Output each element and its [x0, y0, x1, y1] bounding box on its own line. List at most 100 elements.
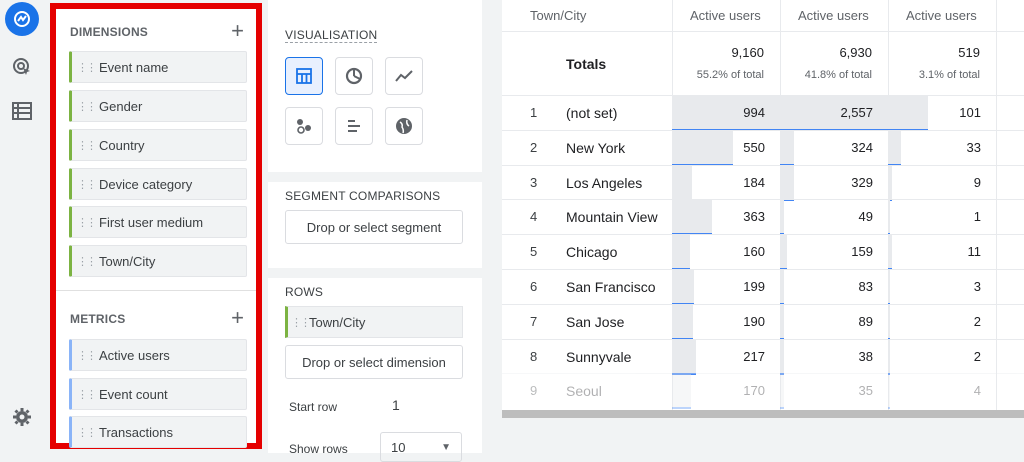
table-row[interactable]: 6 San Francisco 199 83 3: [502, 269, 1024, 305]
table-row[interactable]: 3 Los Angeles 184 329 9: [502, 164, 1024, 201]
section-gap: [268, 172, 482, 182]
row-number: 8: [530, 348, 538, 364]
value-bar: [672, 374, 691, 409]
add-metric-plus-icon[interactable]: +: [231, 307, 244, 329]
drag-handle-icon[interactable]: ⋮⋮: [76, 100, 97, 113]
value-bar: [780, 235, 787, 270]
metric-cell: 4: [888, 374, 996, 410]
add-dimension-plus-icon[interactable]: +: [231, 20, 244, 42]
table-row[interactable]: 8 Sunnyvale 217 38 2: [502, 338, 1024, 375]
table-row[interactable]: 9 Seoul 170 35 4: [502, 373, 1024, 410]
line-chart-icon[interactable]: [385, 57, 423, 95]
drag-handle-icon[interactable]: ⋮⋮: [76, 388, 97, 401]
visualisation-heading: VISUALISATION: [285, 28, 378, 43]
metric-cell: 550: [672, 130, 780, 166]
metric-cell: 160: [672, 235, 780, 271]
geo-map-icon[interactable]: [385, 107, 423, 145]
metric-cell: 329: [780, 165, 888, 201]
explore-icon[interactable]: [11, 56, 33, 78]
settings-gear-icon[interactable]: [11, 406, 33, 428]
total-value: 9,160: [731, 45, 764, 60]
metric-value: 9: [973, 174, 981, 190]
section-divider: [56, 290, 256, 291]
table-row[interactable]: 2 New York 550 324 33: [502, 129, 1024, 166]
metric-chip-transactions[interactable]: ⋮⋮ Transactions: [69, 416, 247, 448]
column-header-active-users[interactable]: Active users: [690, 8, 761, 23]
drag-handle-icon[interactable]: ⋮⋮: [76, 139, 97, 152]
analytics-logo-icon[interactable]: [5, 2, 39, 36]
total-percent: 55.2% of total: [696, 69, 764, 81]
metric-value: 324: [851, 139, 873, 155]
rows-dimension-drop-target[interactable]: Drop or select dimension: [285, 345, 463, 379]
segment-heading: SEGMENT COMPARISONS: [285, 189, 441, 203]
metric-value: 550: [743, 139, 765, 155]
dimension-chip-country[interactable]: ⋮⋮ Country: [69, 129, 247, 161]
row-number: 3: [530, 174, 538, 190]
drag-handle-icon[interactable]: ⋮⋮: [76, 178, 97, 191]
value-bar: [672, 165, 692, 200]
bar-chart-icon[interactable]: [335, 107, 373, 145]
value-bar-underline: [780, 407, 784, 410]
drag-handle-icon[interactable]: ⋮⋮: [76, 349, 97, 362]
metric-cell: 38: [780, 339, 888, 375]
metric-cell: 2: [888, 339, 996, 375]
drag-handle-icon[interactable]: ⋮⋮: [76, 255, 97, 268]
chip-label: Country: [99, 137, 145, 153]
table-row[interactable]: 4 Mountain View 363 49 1: [502, 199, 1024, 236]
start-row-input[interactable]: 1: [392, 397, 400, 413]
drag-handle-icon[interactable]: ⋮⋮: [76, 61, 97, 74]
value-bar: [888, 96, 928, 130]
value-bar: [888, 235, 892, 270]
metric-value: 11: [967, 244, 982, 260]
chip-label: Event name: [99, 59, 169, 75]
table-row[interactable]: 5 Chicago 160 159 11: [502, 234, 1024, 271]
show-rows-select[interactable]: 10 ▼: [380, 432, 462, 462]
metric-cell: 324: [780, 130, 888, 166]
metric-chip-event-count[interactable]: ⋮⋮ Event count: [69, 378, 247, 410]
column-header-active-users[interactable]: Active users: [798, 8, 869, 23]
row-number: 9: [530, 383, 538, 399]
metric-value: 83: [858, 279, 873, 294]
drag-handle-icon[interactable]: ⋮⋮: [76, 216, 97, 229]
dimension-chip-first-user-medium[interactable]: ⋮⋮ First user medium: [69, 206, 247, 238]
row-number: 1: [530, 105, 538, 120]
dimension-chip-device-category[interactable]: ⋮⋮ Device category: [69, 168, 247, 200]
segment-comparisons-group: SEGMENT COMPARISONS Drop or select segme…: [268, 182, 482, 268]
reports-list-icon[interactable]: [11, 100, 33, 122]
value-bar: [888, 200, 890, 235]
scatter-plot-icon[interactable]: [285, 107, 323, 145]
dimension-chip-town-city[interactable]: ⋮⋮ Town/City: [69, 245, 247, 277]
visualisation-group: VISUALISATION: [268, 0, 482, 172]
value-bar-underline: [672, 407, 691, 410]
rows-dimension-chip[interactable]: ⋮⋮ Town/City: [285, 306, 463, 338]
dimension-chip-gender[interactable]: ⋮⋮ Gender: [69, 90, 247, 122]
segment-drop-target[interactable]: Drop or select segment: [285, 210, 463, 244]
column-header-town-city[interactable]: Town/City: [530, 8, 586, 23]
metric-value: 2,557: [840, 105, 873, 120]
start-row-label: Start row: [289, 400, 338, 414]
metric-value: 33: [966, 139, 981, 155]
metric-chip-active-users[interactable]: ⋮⋮ Active users: [69, 339, 247, 371]
value-bar: [672, 270, 694, 304]
donut-chart-icon[interactable]: [335, 57, 373, 95]
total-percent: 3.1% of total: [918, 69, 980, 81]
metric-value: 101: [959, 105, 981, 120]
table-row[interactable]: 1 (not set) 994 2,557 101: [502, 95, 1024, 131]
drag-handle-icon[interactable]: ⋮⋮: [76, 426, 97, 439]
table-icon[interactable]: [285, 57, 323, 95]
value-bar: [780, 200, 784, 235]
table-row[interactable]: 7 San Jose 190 89 2: [502, 303, 1024, 340]
city-cell: Chicago: [566, 244, 618, 261]
row-number: 2: [530, 139, 538, 155]
total-percent: 41.8% of total: [804, 69, 872, 81]
metric-cell: 35: [780, 374, 888, 410]
value-bar: [780, 165, 794, 200]
chip-label: Gender: [99, 98, 143, 114]
metric-value: 4: [973, 383, 981, 399]
drag-handle-icon[interactable]: ⋮⋮: [291, 316, 311, 329]
value-bar: [672, 130, 733, 165]
chip-label: Event count: [99, 386, 168, 402]
dimension-chip-event-name[interactable]: ⋮⋮ Event name: [69, 51, 247, 83]
column-header-active-users[interactable]: Active users: [906, 8, 977, 23]
value-bar: [780, 374, 784, 409]
